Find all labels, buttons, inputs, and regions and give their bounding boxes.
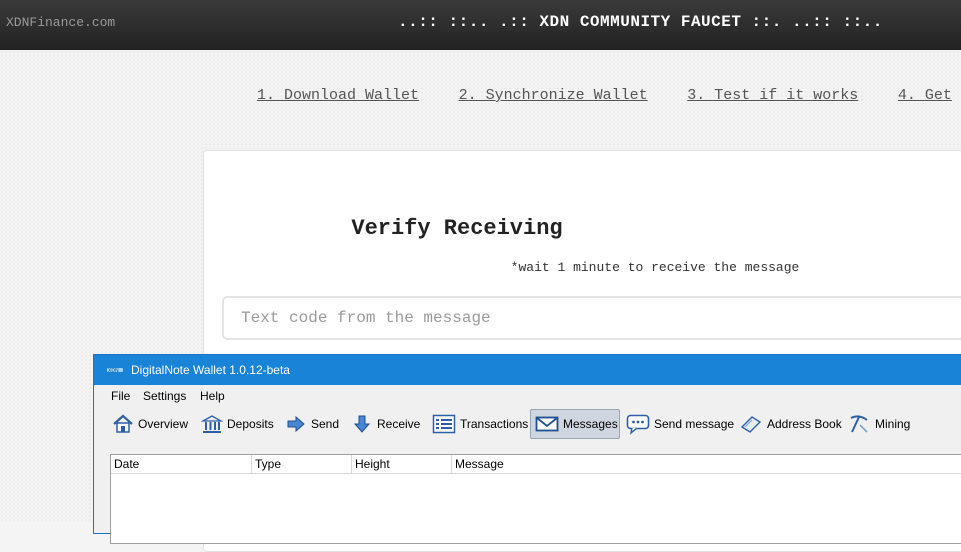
toolbar-receive-button[interactable]: Receive xyxy=(347,409,424,439)
faucet-title: ..:: ::.. .:: XDN COMMUNITY FAUCET ::. .… xyxy=(398,13,883,31)
toolbar-label: Messages xyxy=(563,417,618,431)
address-book-icon xyxy=(740,416,762,433)
toolbar-label: Address Book xyxy=(767,417,842,431)
toolbar-label: Transactions xyxy=(460,417,529,431)
column-header-type[interactable]: Type xyxy=(252,455,352,473)
toolbar-label: Overview xyxy=(138,417,189,431)
column-header-date[interactable]: Date xyxy=(111,455,252,473)
toolbar-overview-button[interactable]: Overview xyxy=(108,409,192,439)
menu-help[interactable]: Help xyxy=(200,389,225,403)
toolbar-deposits-button[interactable]: Deposits xyxy=(197,409,278,439)
toolbar-send-button[interactable]: Send xyxy=(281,409,343,439)
column-header-height[interactable]: Height xyxy=(352,455,452,473)
site-brand-link[interactable]: XDNFinance.com xyxy=(6,15,115,30)
pickaxe-icon xyxy=(850,415,868,433)
xdn-logo-icon: XDN xyxy=(107,368,123,374)
wallet-titlebar[interactable]: XDN DigitalNote Wallet 1.0.12-beta xyxy=(94,355,961,385)
chat-bubble-icon xyxy=(626,414,650,435)
menu-settings[interactable]: Settings xyxy=(143,389,186,403)
receive-arrow-icon xyxy=(353,415,371,433)
wallet-menubar: File Settings Help xyxy=(94,385,961,405)
verify-title: Verify Receiving xyxy=(351,216,563,241)
toolbar-transactions-button[interactable]: Transactions xyxy=(428,409,532,439)
toolbar-label: Receive xyxy=(377,417,421,431)
toolbar-label: Send xyxy=(311,417,340,431)
toolbar-label: Send message xyxy=(654,417,735,431)
home-icon xyxy=(113,414,133,433)
list-icon xyxy=(432,414,456,434)
messages-table: Date Type Height Message xyxy=(110,454,961,544)
svg-text:XDN: XDN xyxy=(108,368,119,374)
steps-nav: 1. Download Wallet 2. Synchronize Wallet… xyxy=(257,86,961,104)
wallet-title: DigitalNote Wallet 1.0.12-beta xyxy=(131,363,290,377)
toolbar-send-message-button[interactable]: Send message xyxy=(622,409,738,439)
code-input[interactable] xyxy=(222,296,961,340)
toolbar-mining-button[interactable]: Mining xyxy=(843,409,914,439)
site-header: XDNFinance.com ..:: ::.. .:: XDN COMMUNI… xyxy=(0,0,961,50)
wallet-window: XDN DigitalNote Wallet 1.0.12-beta File … xyxy=(93,354,961,544)
menu-file[interactable]: File xyxy=(111,389,130,403)
send-arrow-icon xyxy=(287,415,305,433)
envelope-icon xyxy=(535,416,559,432)
step-test-link[interactable]: 3. Test if it works xyxy=(687,87,858,104)
toolbar-label: Deposits xyxy=(227,417,274,431)
step-get-link[interactable]: 4. Get xyxy=(898,87,952,104)
toolbar-label: Mining xyxy=(875,417,911,431)
messages-table-header: Date Type Height Message xyxy=(111,455,961,474)
toolbar-address-book-button[interactable]: Address Book xyxy=(735,409,846,439)
wallet-toolbar: Overview Deposits Send Receive Transacti… xyxy=(94,405,961,447)
bank-icon xyxy=(201,415,223,433)
step-download-wallet-link[interactable]: 1. Download Wallet xyxy=(257,87,419,104)
verify-subtitle: *wait 1 minute to receive the message xyxy=(510,260,800,275)
toolbar-messages-button[interactable]: Messages xyxy=(530,409,620,439)
step-synchronize-wallet-link[interactable]: 2. Synchronize Wallet xyxy=(459,87,648,104)
column-header-message[interactable]: Message xyxy=(452,455,961,473)
